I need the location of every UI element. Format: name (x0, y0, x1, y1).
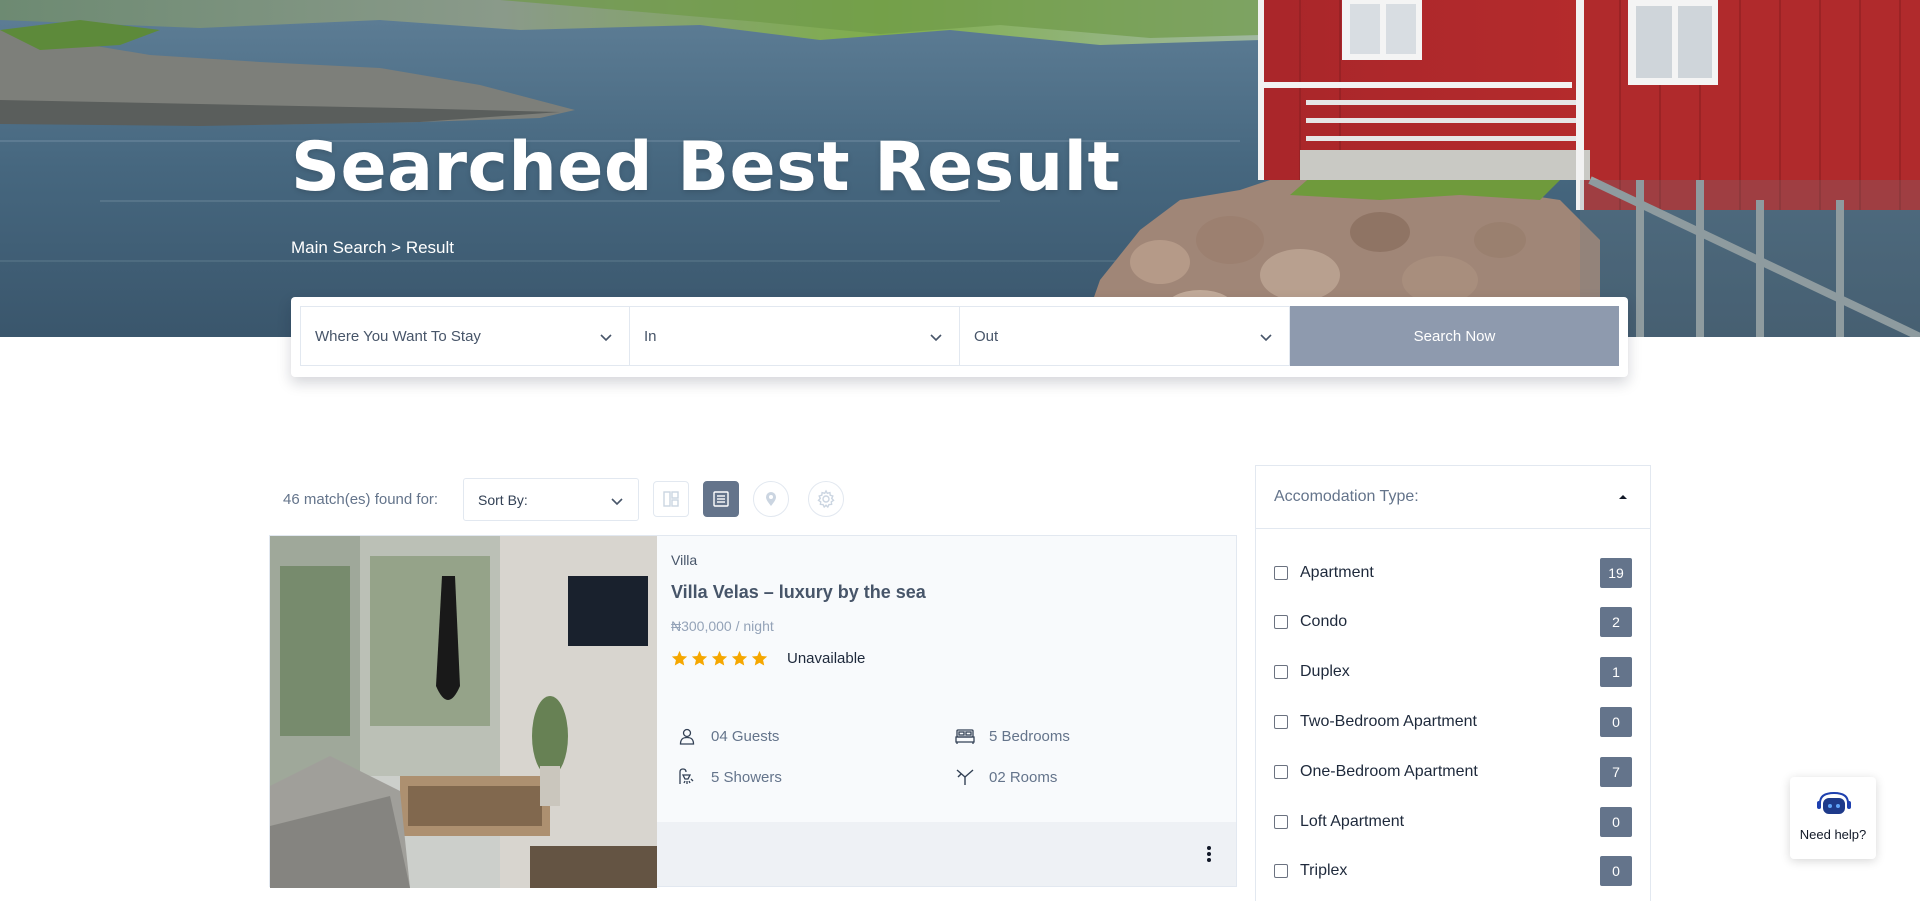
filter-checkbox[interactable] (1274, 765, 1288, 779)
filter-option-label: Condo (1300, 613, 1348, 630)
star-icon (711, 650, 728, 666)
chevron-down-icon (930, 334, 942, 342)
chevron-down-icon (600, 334, 612, 342)
filter-option-label: One-Bedroom Apartment (1300, 763, 1478, 780)
listing-type: Villa (671, 552, 698, 568)
grid-view-icon (663, 491, 679, 507)
filter-option-count: 19 (1600, 558, 1632, 588)
sort-by-label: Sort By: (478, 491, 528, 508)
filter-checkbox[interactable] (1274, 815, 1288, 829)
listing-card[interactable]: Villa Villa Velas – luxury by the sea ₦3… (269, 535, 1237, 888)
filter-checkbox[interactable] (1274, 864, 1288, 878)
filter-option-count: 0 (1600, 807, 1632, 837)
accommodation-filter: Accomodation Type: Apartment 19 Condo 2 … (1255, 465, 1651, 901)
breadcrumb: Main Search > Result (291, 238, 454, 258)
availability-status: Unavailable (787, 650, 866, 667)
check-out-label: Out (974, 327, 999, 345)
listing-title[interactable]: Villa Velas – luxury by the sea (671, 582, 926, 603)
help-widget[interactable]: Need help? (1790, 777, 1876, 859)
listing-card-footer (657, 822, 1236, 886)
filter-option[interactable]: Duplex 1 (1274, 657, 1632, 687)
chevron-down-icon (611, 498, 623, 506)
more-options-icon[interactable] (1206, 844, 1212, 864)
filter-checkbox[interactable] (1274, 715, 1288, 729)
user-icon (679, 728, 695, 745)
caret-up-icon (1619, 495, 1627, 499)
filter-option-count: 0 (1600, 856, 1632, 886)
listing-image[interactable] (270, 536, 657, 888)
check-in-select[interactable]: In (630, 306, 960, 366)
breadcrumb-result: Result (405, 238, 454, 257)
map-view-button[interactable] (753, 481, 789, 517)
accommodation-filter-title: Accomodation Type: (1274, 488, 1419, 505)
list-view-button[interactable] (703, 481, 739, 517)
filter-option-label: Two-Bedroom Apartment (1300, 713, 1477, 730)
chatbot-icon (1817, 791, 1851, 814)
search-now-button[interactable]: Search Now (1290, 306, 1619, 366)
where-select[interactable]: Where You Want To Stay (300, 306, 630, 366)
bed-icon (955, 729, 975, 744)
grid-view-button[interactable] (653, 481, 689, 517)
filter-option[interactable]: Loft Apartment 0 (1274, 807, 1632, 837)
hero-banner: Searched Best Result Main Search > Resul… (0, 0, 1920, 337)
help-label: Need help? (1799, 827, 1867, 842)
filter-option-count: 7 (1600, 757, 1632, 787)
filter-checkbox[interactable] (1274, 665, 1288, 679)
filter-checkbox[interactable] (1274, 566, 1288, 580)
settings-icon (817, 489, 835, 509)
breadcrumb-separator: > (386, 238, 406, 257)
star-icon (691, 650, 708, 666)
breadcrumb-main-search[interactable]: Main Search (291, 238, 386, 257)
rooms-stat: 02 Rooms (953, 765, 1057, 789)
search-bar: Where You Want To Stay In Out Search Now (291, 297, 1628, 377)
filter-option[interactable]: Apartment 19 (1274, 558, 1632, 588)
filter-option-label: Triplex (1300, 862, 1348, 879)
page-title: Searched Best Result (291, 128, 1121, 207)
settings-button[interactable] (808, 481, 844, 517)
map-pin-icon (766, 492, 776, 506)
bedrooms-stat: 5 Bedrooms (953, 724, 1070, 748)
match-count: 46 match(es) found for: (283, 491, 439, 508)
bedrooms-label: 5 Bedrooms (989, 727, 1070, 745)
showers-stat: 5 Showers (675, 765, 782, 789)
sort-by-select[interactable]: Sort By: (463, 478, 639, 521)
filter-option-label: Duplex (1300, 663, 1350, 680)
filter-checkbox[interactable] (1274, 615, 1288, 629)
guests-label: 04 Guests (711, 727, 780, 745)
list-view-icon (713, 491, 729, 507)
star-icon (731, 650, 748, 666)
chevron-down-icon (1260, 334, 1272, 342)
star-icon (751, 650, 768, 666)
listing-price: ₦300,000 / night (671, 618, 774, 634)
star-icon (671, 650, 688, 666)
filter-option[interactable]: One-Bedroom Apartment 7 (1274, 757, 1632, 787)
filter-option-label: Loft Apartment (1300, 813, 1405, 830)
check-in-label: In (644, 327, 657, 345)
rooms-icon (956, 769, 974, 785)
filter-option[interactable]: Triplex 0 (1274, 856, 1632, 886)
filter-option-count: 0 (1600, 707, 1632, 737)
filter-option-count: 1 (1600, 657, 1632, 687)
accommodation-filter-header[interactable]: Accomodation Type: (1256, 466, 1650, 529)
filter-option[interactable]: Condo 2 (1274, 607, 1632, 637)
check-out-select[interactable]: Out (960, 306, 1290, 366)
filter-option-count: 2 (1600, 607, 1632, 637)
filter-option[interactable]: Two-Bedroom Apartment 0 (1274, 707, 1632, 737)
listing-details: Villa Villa Velas – luxury by the sea ₦3… (657, 536, 1236, 824)
filter-option-label: Apartment (1300, 564, 1374, 581)
rating-stars (671, 650, 768, 667)
shower-icon (679, 768, 694, 784)
guests-stat: 04 Guests (675, 724, 779, 748)
showers-label: 5 Showers (711, 768, 782, 786)
rooms-label: 02 Rooms (989, 768, 1058, 786)
where-select-label: Where You Want To Stay (315, 327, 481, 345)
